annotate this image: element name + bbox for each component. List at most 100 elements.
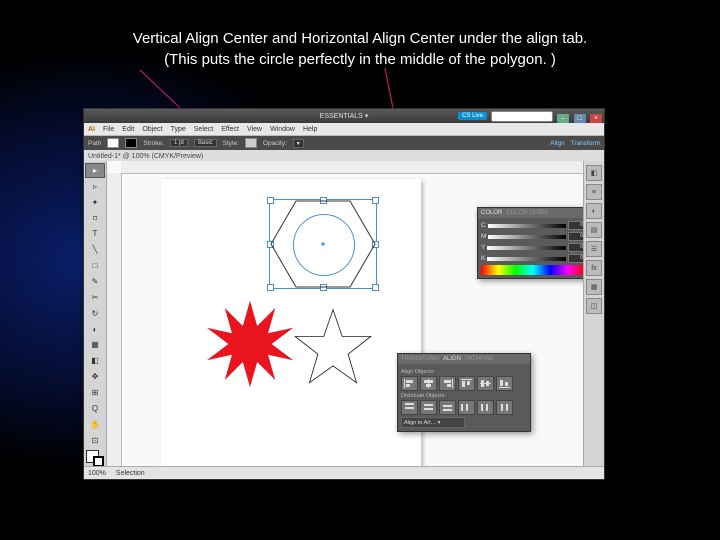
shape-builder-tool[interactable]: ▦ xyxy=(85,337,105,352)
mesh-tool[interactable]: ✥ xyxy=(85,369,105,384)
c-value[interactable]: 0 xyxy=(568,221,583,230)
close-button[interactable]: × xyxy=(590,114,602,123)
caption-line-2: (This puts the circle perfectly in the m… xyxy=(0,49,720,70)
menu-item[interactable]: File xyxy=(103,126,114,133)
width-tool[interactable]: ◐ xyxy=(85,322,105,337)
c-label: C xyxy=(481,222,486,229)
opacity-label: Opacity: xyxy=(263,140,287,147)
color-guide-tab[interactable]: COLOR GUIDE xyxy=(506,210,548,216)
pencil-tool[interactable]: ✎ xyxy=(85,274,105,289)
m-label: M xyxy=(481,233,486,240)
dock-icon[interactable]: ◫ xyxy=(586,298,602,314)
horizontal-align-right-button[interactable] xyxy=(439,376,456,391)
artboard[interactable] xyxy=(161,179,421,467)
gradient-tool[interactable]: ⊞ xyxy=(85,385,105,400)
fill-swatch[interactable] xyxy=(107,138,119,148)
horizontal-distribute-right-button[interactable] xyxy=(496,400,513,415)
perspective-tool[interactable]: ◧ xyxy=(85,353,105,368)
vertical-distribute-center-button[interactable] xyxy=(420,400,437,415)
selected-hexagon-group[interactable] xyxy=(269,199,377,289)
dock-icon[interactable]: ◐ xyxy=(586,203,602,219)
y-slider[interactable] xyxy=(487,246,566,250)
red-starburst-shape[interactable] xyxy=(205,299,295,389)
vertical-distribute-bottom-button[interactable] xyxy=(439,400,456,415)
distribute-objects-label: Distribute Objects: xyxy=(401,393,527,399)
minimize-button[interactable]: – xyxy=(557,114,569,123)
rectangle-tool[interactable]: □ xyxy=(85,258,105,273)
type-tool[interactable]: T xyxy=(85,226,105,241)
menu-item[interactable]: Window xyxy=(270,126,295,133)
menu-item[interactable]: Help xyxy=(303,126,317,133)
vertical-align-bottom-button[interactable] xyxy=(496,376,513,391)
maximize-button[interactable]: □ xyxy=(574,114,586,123)
scissors-tool[interactable]: ✂ xyxy=(85,290,105,305)
k-value[interactable]: 0 xyxy=(568,254,583,263)
rotate-tool[interactable]: ↻ xyxy=(85,306,105,321)
opacity-dropdown[interactable]: ▾ xyxy=(293,139,304,148)
menu-item[interactable]: Type xyxy=(171,126,186,133)
dock-icon[interactable]: ☰ xyxy=(586,241,602,257)
dock-icon[interactable]: ▤ xyxy=(586,222,602,238)
canvas-area[interactable]: COLOR COLOR GUIDE C0 M0 Y0 K0 xyxy=(107,161,583,467)
menu-item[interactable]: Ai xyxy=(88,126,95,133)
brush-dropdown[interactable]: Basic xyxy=(194,139,217,147)
spectrum-ramp[interactable] xyxy=(481,265,583,275)
dock-icon[interactable]: ≡ xyxy=(586,184,602,200)
menu-item[interactable]: Edit xyxy=(122,126,134,133)
eyedropper-tool[interactable]: Q xyxy=(85,401,105,416)
y-label: Y xyxy=(481,244,485,251)
color-panel[interactable]: COLOR COLOR GUIDE C0 M0 Y0 K0 xyxy=(477,207,583,279)
status-bar: 100% Selection xyxy=(84,466,604,479)
lasso-tool[interactable]: ⌑ xyxy=(85,211,105,226)
color-tab[interactable]: COLOR xyxy=(481,210,502,216)
horizontal-align-left-button[interactable] xyxy=(401,376,418,391)
style-label: Style: xyxy=(223,140,239,147)
align-to-dropdown[interactable]: Align to Art… ▾ xyxy=(401,417,465,428)
style-swatch[interactable] xyxy=(245,138,257,148)
horizontal-align-center-button[interactable] xyxy=(420,376,437,391)
hand-tool[interactable]: ✋ xyxy=(85,417,105,432)
stroke-weight-field[interactable]: 1 pt xyxy=(170,139,188,147)
right-dock: ◧ ≡ ◐ ▤ ☰ fx ▦ ◫ xyxy=(583,161,604,467)
stroke-swatch[interactable] xyxy=(125,138,137,148)
c-slider[interactable] xyxy=(488,224,566,228)
align-objects-label: Align Objects: xyxy=(401,369,527,375)
workspace-switcher[interactable]: ESSENTIALS ▾ xyxy=(320,112,369,120)
direct-selection-tool[interactable]: ▹ xyxy=(85,179,105,194)
artboard-tool[interactable]: ⊡ xyxy=(85,433,105,448)
menu-item[interactable]: View xyxy=(247,126,262,133)
selection-tool[interactable]: ▸ xyxy=(85,163,105,178)
k-slider[interactable] xyxy=(487,257,566,261)
tools-panel: ▸ ▹ ✦ ⌑ T ╲ □ ✎ ✂ ↻ ◐ ▦ ◧ ✥ ⊞ Q ✋ ⊡ xyxy=(84,161,107,467)
cs-live-button[interactable]: CS Live xyxy=(458,112,487,120)
vertical-distribute-top-button[interactable] xyxy=(401,400,418,415)
ruler-horizontal xyxy=(121,161,583,174)
vertical-align-center-button[interactable] xyxy=(477,376,494,391)
m-slider[interactable] xyxy=(488,235,566,239)
transform-tab[interactable]: TRANSFORM xyxy=(401,356,439,362)
pathfinder-tab[interactable]: PATHFIND xyxy=(465,356,494,362)
dock-icon[interactable]: ▦ xyxy=(586,279,602,295)
fill-stroke-control[interactable] xyxy=(86,450,104,467)
line-tool[interactable]: ╲ xyxy=(85,242,105,257)
center-point-icon xyxy=(322,243,325,246)
horizontal-distribute-left-button[interactable] xyxy=(458,400,475,415)
dock-icon[interactable]: ◧ xyxy=(586,165,602,181)
y-value[interactable]: 0 xyxy=(568,243,583,252)
align-link[interactable]: Align xyxy=(550,140,564,147)
vertical-align-top-button[interactable] xyxy=(458,376,475,391)
search-input[interactable] xyxy=(491,111,553,122)
stroke-label: Stroke: xyxy=(143,140,164,147)
m-value[interactable]: 0 xyxy=(568,232,583,241)
magic-wand-tool[interactable]: ✦ xyxy=(85,195,105,210)
transform-link[interactable]: Transform xyxy=(571,140,600,147)
dock-icon[interactable]: fx xyxy=(586,260,602,276)
align-tab[interactable]: ALIGN xyxy=(443,356,461,362)
horizontal-distribute-center-button[interactable] xyxy=(477,400,494,415)
zoom-level[interactable]: 100% xyxy=(88,470,106,477)
menu-item[interactable]: Object xyxy=(142,126,162,133)
align-panel[interactable]: TRANSFORM ALIGN PATHFIND Align Objects: xyxy=(397,353,531,432)
outline-star-shape[interactable] xyxy=(291,307,375,387)
menu-item[interactable]: Effect xyxy=(221,126,239,133)
menu-item[interactable]: Select xyxy=(194,126,213,133)
